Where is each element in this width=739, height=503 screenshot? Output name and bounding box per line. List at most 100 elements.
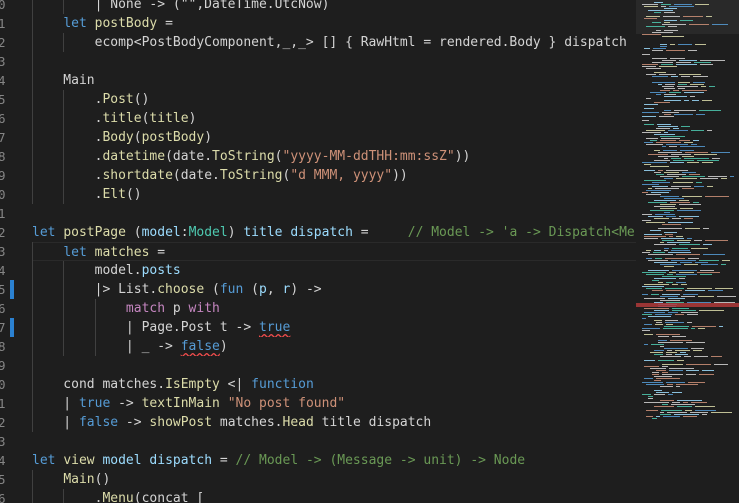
code-line[interactable]: let view model dispatch = // Model -> (M… [32, 451, 636, 470]
code-line[interactable]: | false -> showPost matches.Head title d… [32, 413, 636, 432]
minimap-code-line [646, 416, 653, 417]
minimap-code-line [681, 312, 698, 313]
code-line[interactable]: ecomp<PostBodyComponent,_,_> [] { RawHtm… [32, 33, 636, 52]
minimap-code-line [644, 284, 669, 285]
code-token: ( [133, 130, 142, 145]
code-line[interactable] [32, 432, 636, 451]
minimap-code-line [644, 324, 652, 325]
code-line[interactable]: let matches = [32, 242, 636, 261]
code-token: posts [141, 263, 181, 278]
minimap-code-line [642, 294, 648, 295]
minimap-code-line [664, 348, 688, 349]
minimap-code-line [660, 264, 681, 265]
minimap-code-line [650, 230, 661, 231]
minimap-code-line [664, 178, 673, 179]
code-line[interactable]: Main [32, 71, 636, 90]
code-line[interactable]: .Elt() [32, 185, 636, 204]
minimap-code-line [702, 370, 714, 371]
code-line[interactable]: .Post() [32, 90, 636, 109]
minimap-code-line [662, 24, 686, 25]
code-area[interactable]: | None -> ("",DateTime.UtcNow) let postB… [32, 0, 636, 503]
minimap-code-line [688, 382, 705, 383]
minimap-code-line [679, 216, 699, 217]
code-line[interactable]: | true -> textInMain "No post found" [32, 394, 636, 413]
minimap-code-line [664, 158, 668, 159]
minimap-code-line [666, 170, 688, 171]
minimap-code-line [678, 88, 685, 89]
code-line[interactable]: Main() [32, 470, 636, 489]
indent-guide [32, 470, 33, 503]
line-number: 1 [0, 206, 6, 221]
minimap-code-line [680, 146, 705, 147]
code-editor[interactable]: 0 1 2 3 4 5 6 7 8 9 0 1 2 3 4 5 6 7 8 9 0 1 2 3 4 5 6 | None -> ("… [0, 0, 739, 503]
minimap-code-line [642, 34, 661, 35]
indent-guide [63, 33, 65, 52]
minimap-code-line [668, 222, 693, 223]
minimap-code-line [685, 152, 708, 153]
minimap-code-line [676, 236, 683, 237]
code-line[interactable]: cond matches.IsEmpty <| function [32, 375, 636, 394]
code-line[interactable]: | None -> ("",DateTime.UtcNow) [32, 0, 636, 14]
minimap-error-highlight [636, 303, 739, 307]
code-line[interactable] [32, 52, 636, 71]
minimap-code-line [680, 20, 693, 21]
minimap-code-line [711, 412, 732, 413]
modified-line-marker [10, 280, 14, 299]
code-line[interactable]: .title(title) [32, 109, 636, 128]
code-line[interactable] [32, 204, 636, 223]
minimap-code-line [644, 238, 658, 239]
code-line[interactable]: | _ -> false) [32, 337, 636, 356]
minimap-code-line [691, 130, 704, 131]
minimap-code-line [656, 174, 664, 175]
minimap-code-line [717, 296, 736, 297]
minimap-code-line [654, 380, 661, 381]
minimap[interactable] [636, 0, 739, 503]
code-line[interactable]: match p with [32, 299, 636, 318]
minimap-code-line [686, 374, 696, 375]
code-line[interactable]: .shortdate(date.ToString("d MMM, yyyy")) [32, 166, 636, 185]
minimap-code-line [666, 216, 676, 217]
minimap-code-line [688, 50, 697, 51]
code-line[interactable]: model.posts [32, 261, 636, 280]
code-line[interactable]: .Body(postBody) [32, 128, 636, 147]
code-token: textInMain [141, 396, 220, 411]
code-line[interactable]: let postBody = [32, 14, 636, 33]
minimap-code-line [659, 66, 677, 67]
code-token: false [78, 415, 119, 430]
code-token: matches. [212, 415, 283, 430]
code-token: title [102, 111, 142, 126]
indent-guide [32, 242, 33, 432]
minimap-code-line [678, 82, 690, 83]
minimap-code-line [711, 356, 722, 357]
minimap-code-line [676, 282, 686, 283]
minimap-code-line [674, 4, 692, 5]
minimap-code-line [664, 88, 675, 89]
minimap-code-line [652, 50, 663, 51]
code-line[interactable]: |> List.choose (fun (p, r) -> [32, 280, 636, 299]
code-line[interactable]: let postPage (model:Model) title dispatc… [32, 223, 636, 242]
minimap-code-line [677, 400, 702, 401]
minimap-code-line [660, 136, 685, 137]
code-line[interactable]: .Menu(concat [ [32, 489, 636, 503]
code-line[interactable] [32, 356, 636, 375]
minimap-code-line [648, 270, 669, 271]
minimap-code-line [691, 348, 704, 349]
minimap-code-line [642, 252, 650, 253]
minimap-code-line [702, 100, 712, 101]
minimap-code-line [666, 354, 672, 355]
minimap-code-line [658, 340, 667, 341]
code-line[interactable]: .datetime(date.ToString("yyyy-MM-ddTHH:m… [32, 147, 636, 166]
minimap-code-line [660, 44, 667, 45]
minimap-code-line [658, 228, 682, 229]
code-line[interactable]: | Page.Post t -> true [32, 318, 636, 337]
minimap-code-line [697, 272, 720, 273]
minimap-code-line [669, 146, 677, 147]
line-number: 7 [0, 320, 6, 335]
minimap-code-line [672, 308, 689, 309]
minimap-code-line [652, 418, 657, 419]
line-number: 4 [0, 73, 6, 88]
minimap-code-line [644, 344, 648, 345]
minimap-code-line [694, 240, 702, 241]
